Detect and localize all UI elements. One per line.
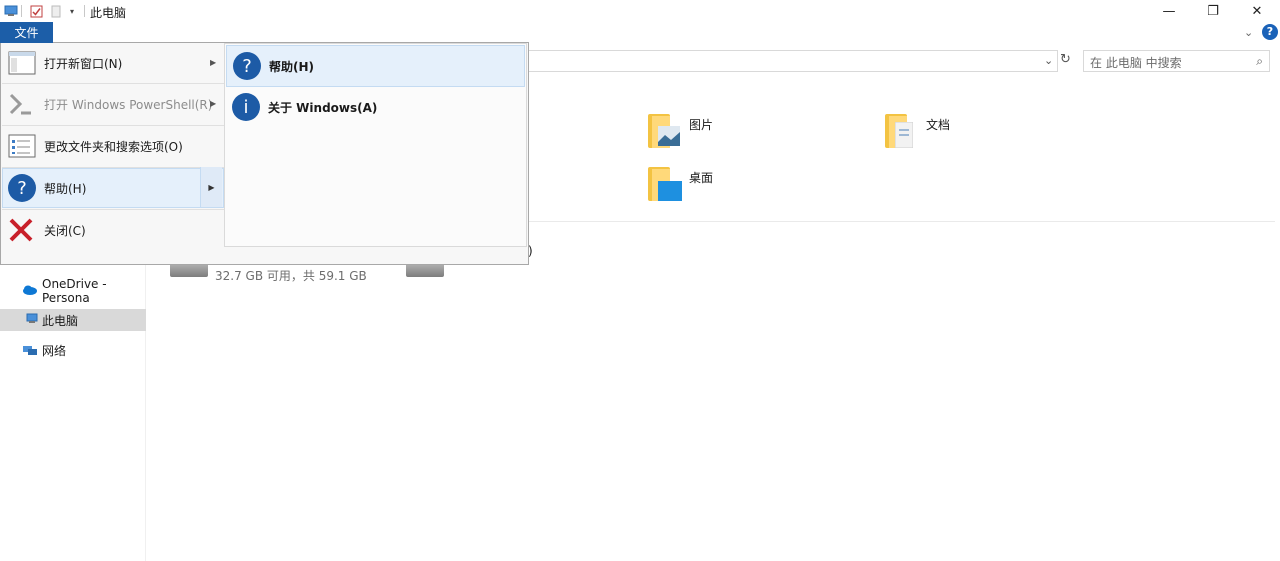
tab-file[interactable]: 文件: [0, 22, 53, 43]
submenu-arrow-icon: ▶: [210, 99, 217, 108]
submenu-item-about-windows[interactable]: i 关于 Windows(A): [226, 86, 525, 128]
new-window-icon: [8, 49, 36, 77]
help-button[interactable]: ?: [1262, 24, 1278, 40]
window-title: 此电脑: [90, 6, 127, 20]
expand-ribbon-icon[interactable]: ⌄: [1244, 26, 1253, 39]
submenu-arrow-icon: ▶: [210, 58, 217, 67]
folder-label[interactable]: 图片: [689, 116, 713, 133]
menu-item-open-powershell[interactable]: 打开 Windows PowerShell(R) ▶: [2, 84, 224, 124]
folder-label[interactable]: 桌面: [689, 169, 713, 186]
documents-folder-icon[interactable]: [885, 112, 923, 150]
computer-icon: [26, 313, 42, 327]
submenu-item-help[interactable]: ? 帮助(H): [226, 45, 525, 87]
pictures-folder-icon[interactable]: [648, 112, 686, 150]
help-submenu: ? 帮助(H) i 关于 Windows(A): [224, 43, 527, 247]
desktop-folder-icon[interactable]: [648, 165, 686, 203]
close-icon: [8, 216, 36, 244]
drive-icon[interactable]: [170, 263, 208, 277]
sidebar-item-network[interactable]: 网络: [0, 339, 146, 361]
sidebar-item-this-pc[interactable]: 此电脑: [0, 309, 146, 331]
properties-icon[interactable]: [29, 3, 43, 19]
submenu-item-label: 关于 Windows(A): [268, 100, 378, 115]
sidebar-item-label: 网络: [42, 343, 67, 358]
search-placeholder: 在 此电脑 中搜索: [1090, 56, 1182, 70]
menu-item-close[interactable]: 关闭(C): [2, 210, 224, 250]
new-folder-icon[interactable]: [50, 3, 62, 19]
menu-item-open-new-window[interactable]: 打开新窗口(N) ▶: [2, 43, 224, 83]
drive-space-text: 32.7 GB 可用，共 59.1 GB: [215, 269, 367, 283]
refresh-icon[interactable]: ↻: [1060, 52, 1071, 67]
restore-button[interactable]: ❐: [1190, 0, 1236, 22]
chevron-down-icon[interactable]: ⌄: [1044, 54, 1053, 67]
search-box[interactable]: 在 此电脑 中搜索 ⌕: [1083, 50, 1270, 72]
menu-item-label: 打开新窗口(N): [44, 56, 123, 71]
separator: [21, 5, 22, 17]
onedrive-icon: [22, 284, 38, 298]
menu-item-label: 更改文件夹和搜索选项(O): [44, 139, 183, 154]
sidebar-item-label: OneDrive - Persona: [42, 277, 107, 305]
separator: [84, 5, 85, 17]
folder-options-icon: [8, 132, 36, 160]
sidebar-item-label: 此电脑: [42, 313, 79, 328]
info-icon: i: [232, 93, 260, 121]
address-bar[interactable]: [528, 50, 1058, 72]
menu-item-help[interactable]: ? 帮助(H): [2, 168, 224, 208]
title-bar: ▾ 此电脑 — ❐ ✕: [0, 0, 1280, 22]
close-window-button[interactable]: ✕: [1234, 0, 1280, 22]
menu-item-label: 关闭(C): [44, 223, 86, 238]
powershell-icon: [8, 90, 36, 118]
network-icon: [22, 343, 38, 357]
minimize-button[interactable]: —: [1146, 0, 1192, 22]
drive-icon[interactable]: [406, 263, 444, 277]
help-icon: ?: [8, 174, 36, 202]
help-icon: ?: [233, 52, 261, 80]
folder-label[interactable]: 文档: [926, 116, 950, 133]
menu-item-label: 打开 Windows PowerShell(R): [44, 97, 213, 112]
menu-item-folder-options[interactable]: 更改文件夹和搜索选项(O): [2, 126, 224, 166]
computer-icon: [4, 3, 18, 19]
customize-toolbar-icon[interactable]: ▾: [66, 3, 78, 19]
search-icon[interactable]: ⌕: [1256, 54, 1263, 69]
submenu-arrow-icon[interactable]: ▶: [200, 167, 222, 207]
sidebar-item-onedrive[interactable]: OneDrive - Persona: [0, 277, 146, 305]
submenu-item-label: 帮助(H): [269, 59, 315, 74]
menu-item-label: 帮助(H): [44, 181, 87, 196]
